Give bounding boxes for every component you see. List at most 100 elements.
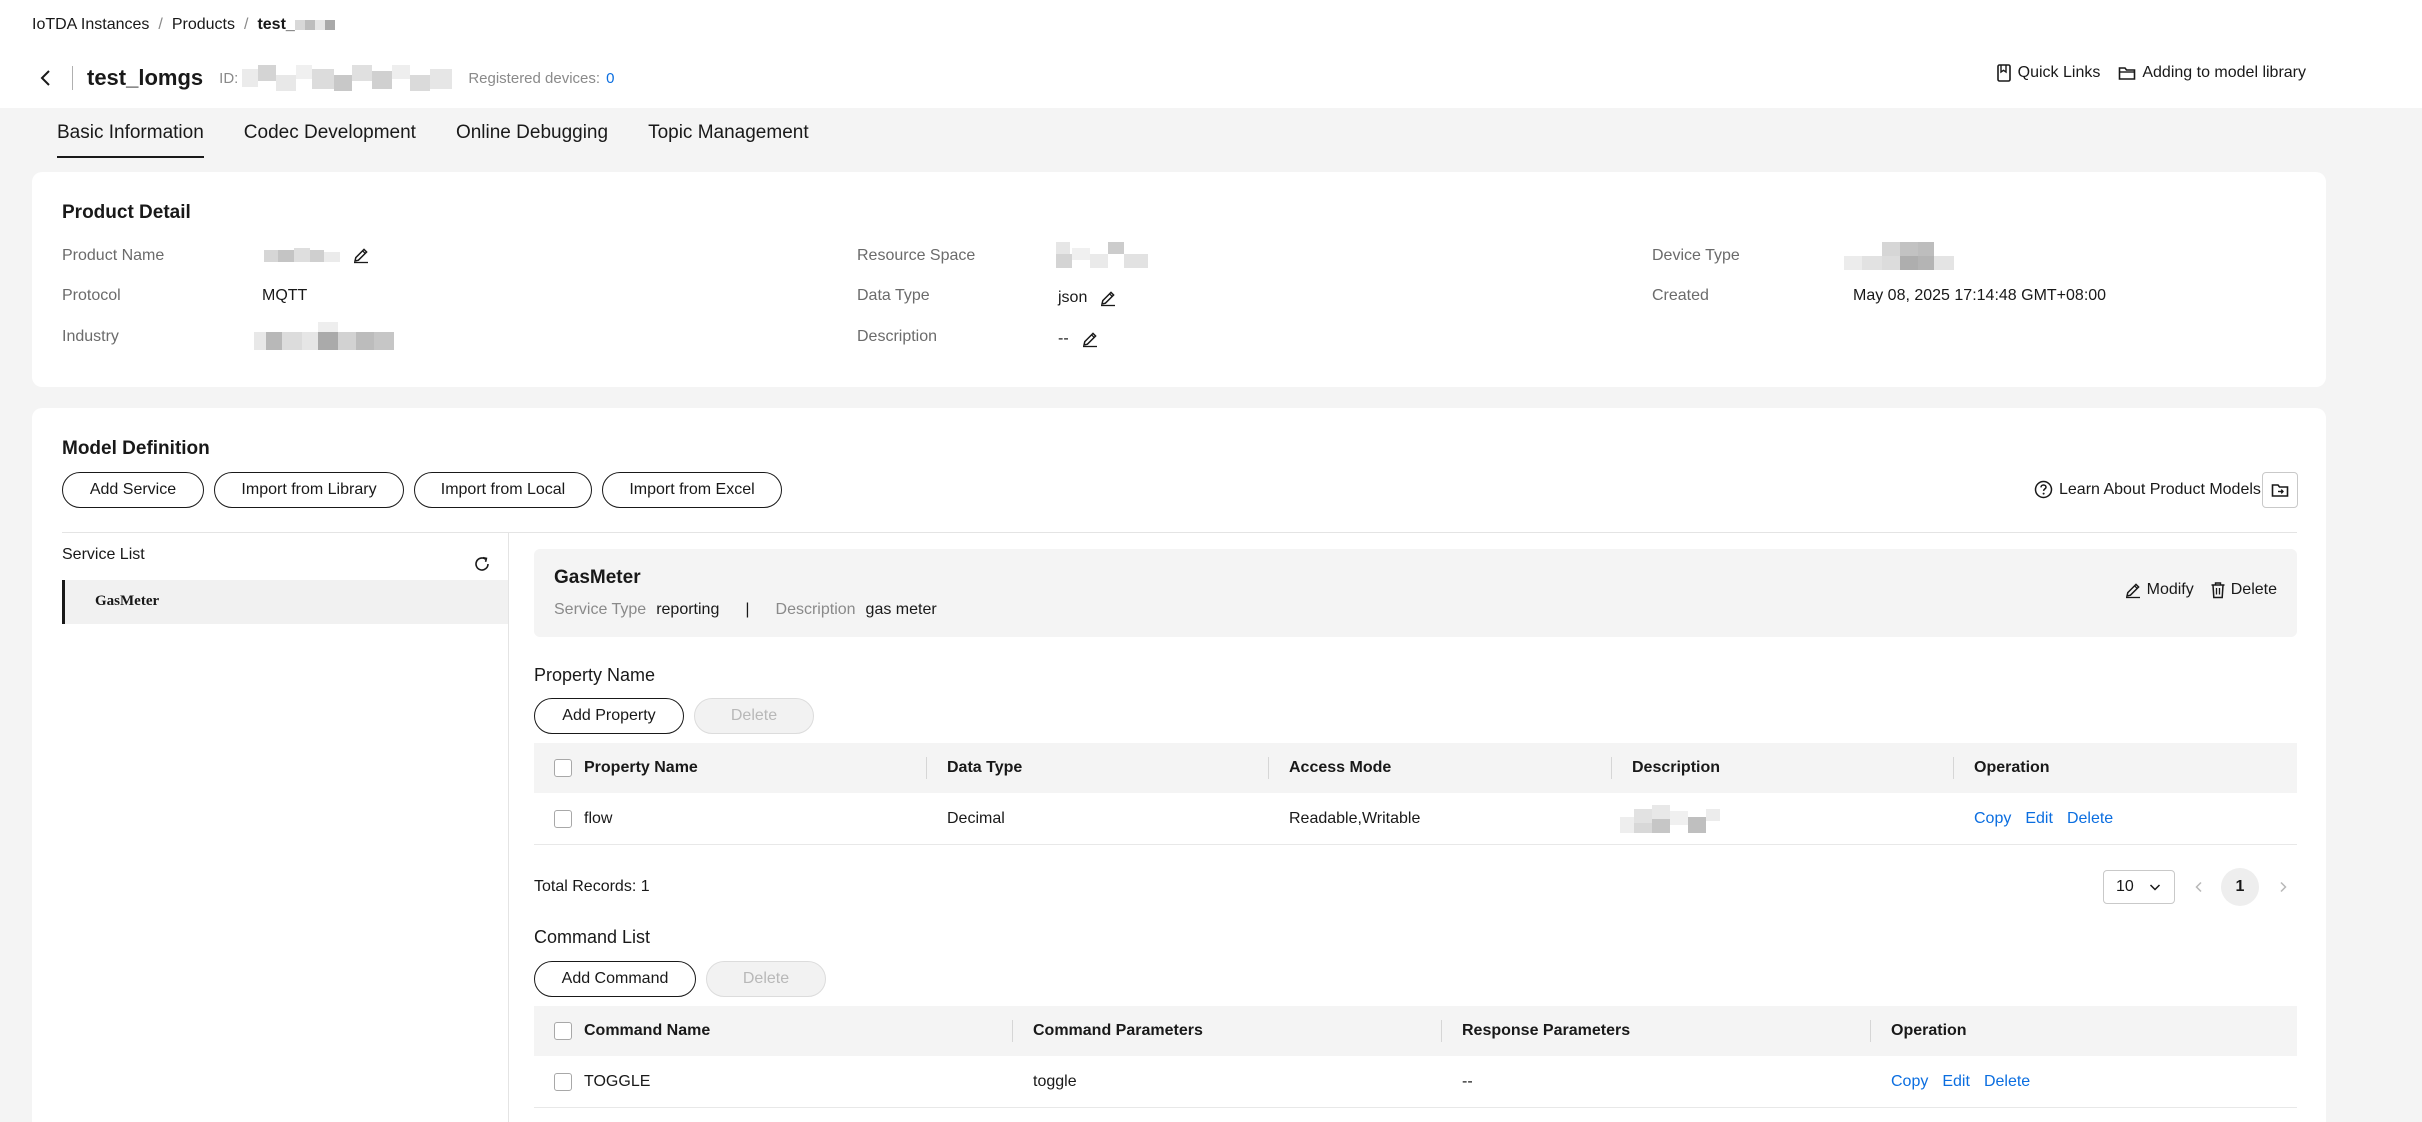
tab-codec-development[interactable]: Codec Development — [244, 108, 416, 158]
industry-value — [254, 322, 394, 350]
delete-service-button[interactable]: Delete — [2210, 581, 2277, 599]
row-checkbox[interactable] — [554, 809, 572, 828]
service-detail-box: GasMeter Service Type reporting | Descri… — [534, 549, 2297, 637]
service-name: GasMeter — [554, 567, 641, 588]
breadcrumb-current: test_ — [257, 16, 295, 33]
column-separator — [1441, 1020, 1442, 1042]
col-operation: Operation — [1974, 759, 2050, 776]
product-id-label: ID: — [219, 69, 239, 87]
col-property-name[interactable]: Property Name — [584, 743, 698, 793]
page-title: test_lomgs — [87, 65, 204, 90]
row-checkbox[interactable] — [554, 1072, 572, 1091]
product-detail-card: Product Detail Product Name Protocol MQT… — [32, 172, 2326, 387]
row-checkbox-cell — [554, 1056, 572, 1107]
next-page-button[interactable] — [2269, 880, 2297, 894]
resource-space-value — [1056, 242, 1148, 268]
edit-data-type-button[interactable] — [1099, 289, 1117, 307]
data-type-value: json — [1058, 289, 1117, 307]
delete-property-link[interactable]: Delete — [2067, 810, 2113, 828]
refresh-services-button[interactable] — [470, 552, 494, 576]
protocol-value: MQTT — [262, 287, 308, 304]
col-response-parameters[interactable]: Response Parameters — [1462, 1006, 1630, 1056]
service-item-gasmeter[interactable]: GasMeter — [62, 580, 508, 624]
tab-topic-management[interactable]: Topic Management — [648, 108, 809, 158]
copy-command-link[interactable]: Copy — [1891, 1073, 1928, 1091]
copy-property-link[interactable]: Copy — [1974, 810, 2011, 828]
redacted-mosaic — [264, 248, 340, 262]
page-size-value: 10 — [2116, 878, 2134, 895]
import-from-local-button[interactable]: Import from Local — [414, 472, 592, 508]
tab-bar: Basic Information Codec Development Onli… — [57, 108, 849, 158]
col-command-parameters[interactable]: Command Parameters — [1033, 1006, 1203, 1056]
add-command-button[interactable]: Add Command — [534, 961, 696, 997]
edit-icon — [2125, 583, 2140, 599]
delete-command-button[interactable]: Delete — [706, 961, 826, 997]
service-meta: Service Type reporting | Description gas… — [554, 601, 937, 619]
breadcrumb: IoTDA Instances / Products / test_ — [32, 16, 335, 34]
edit-property-link[interactable]: Edit — [2025, 810, 2053, 828]
breadcrumb-products[interactable]: Products — [172, 16, 235, 34]
command-operations: Copy Edit Delete — [1891, 1056, 2044, 1107]
col-description[interactable]: Description — [1632, 743, 1720, 793]
column-separator — [926, 757, 927, 779]
redacted-mosaic — [1056, 242, 1148, 268]
page-number-button[interactable]: 1 — [2221, 868, 2259, 906]
tab-online-debugging[interactable]: Online Debugging — [456, 108, 608, 158]
edit-description-button[interactable] — [1081, 330, 1099, 348]
col-command-name[interactable]: Command Name — [584, 1006, 710, 1056]
device-type-value — [1844, 242, 1954, 270]
add-property-button[interactable]: Add Property — [534, 698, 684, 734]
column-separator — [1953, 757, 1954, 779]
modify-service-button[interactable]: Modify — [2124, 581, 2194, 599]
meta-separator: | — [745, 601, 750, 618]
industry-label: Industry — [62, 328, 119, 345]
add-to-model-library-button[interactable]: Adding to model library — [2118, 64, 2306, 82]
select-all-commands-checkbox[interactable] — [554, 1022, 572, 1040]
created-value: May 08, 2025 17:14:48 GMT+08:00 — [1853, 287, 2107, 304]
page-header: IoTDA Instances / Products / test_ test_… — [0, 0, 2422, 108]
learn-product-models-label: Learn About Product Models — [2059, 480, 2261, 498]
quick-links-label: Quick Links — [2017, 64, 2101, 81]
command-section-title: Command List — [534, 927, 651, 947]
property-section-title: Property Name — [534, 665, 656, 685]
description-text: -- — [1058, 330, 1069, 347]
redacted-mosaic — [1620, 804, 1720, 833]
description-label: Description — [857, 328, 938, 345]
row-checkbox-cell — [554, 793, 572, 844]
table-row: TOGGLE toggle -- Copy Edit Delete — [534, 1056, 2297, 1108]
edit-icon — [1101, 291, 1116, 307]
select-all-cell — [554, 1006, 572, 1056]
select-all-checkbox[interactable] — [554, 759, 572, 777]
edit-command-link[interactable]: Edit — [1942, 1073, 1970, 1091]
breadcrumb-iotda-instances[interactable]: IoTDA Instances — [32, 16, 149, 34]
service-actions: Modify Delete — [2108, 581, 2277, 599]
resource-space-label: Resource Space — [857, 247, 976, 264]
delete-property-button[interactable]: Delete — [694, 698, 814, 734]
redacted-mosaic — [1844, 242, 1954, 270]
import-from-excel-button[interactable]: Import from Excel — [602, 472, 782, 508]
service-description-label: Description — [775, 601, 856, 618]
back-button[interactable] — [32, 64, 60, 92]
service-type-value: reporting — [656, 601, 720, 618]
col-data-type[interactable]: Data Type — [947, 743, 1022, 793]
quick-links-button[interactable]: Quick Links — [1996, 64, 2101, 82]
command-table-header: Command Name Command Parameters Response… — [534, 1006, 2297, 1056]
col-access-mode[interactable]: Access Mode — [1289, 743, 1391, 793]
add-service-button[interactable]: Add Service — [62, 472, 204, 508]
import-from-library-button[interactable]: Import from Library — [214, 472, 404, 508]
chevron-right-icon — [2280, 881, 2287, 893]
tab-basic-information[interactable]: Basic Information — [57, 108, 204, 158]
delete-command-link[interactable]: Delete — [1984, 1073, 2030, 1091]
redacted-mosaic — [254, 322, 394, 350]
prev-page-button[interactable] — [2185, 880, 2213, 894]
table-row: flow Decimal Readable,Writable Copy Edit… — [534, 793, 2297, 845]
page-size-select[interactable]: 10 — [2103, 870, 2175, 904]
command-params-cell: toggle — [1033, 1072, 1077, 1090]
redacted-id-mosaic — [242, 65, 453, 91]
title-divider — [72, 66, 73, 90]
model-folder-button[interactable] — [2262, 472, 2298, 508]
registered-devices-count[interactable]: 0 — [606, 70, 614, 87]
edit-product-name-button[interactable] — [352, 246, 370, 264]
column-separator — [1870, 1020, 1871, 1042]
learn-product-models-link[interactable]: Learn About Product Models — [2034, 480, 2261, 499]
